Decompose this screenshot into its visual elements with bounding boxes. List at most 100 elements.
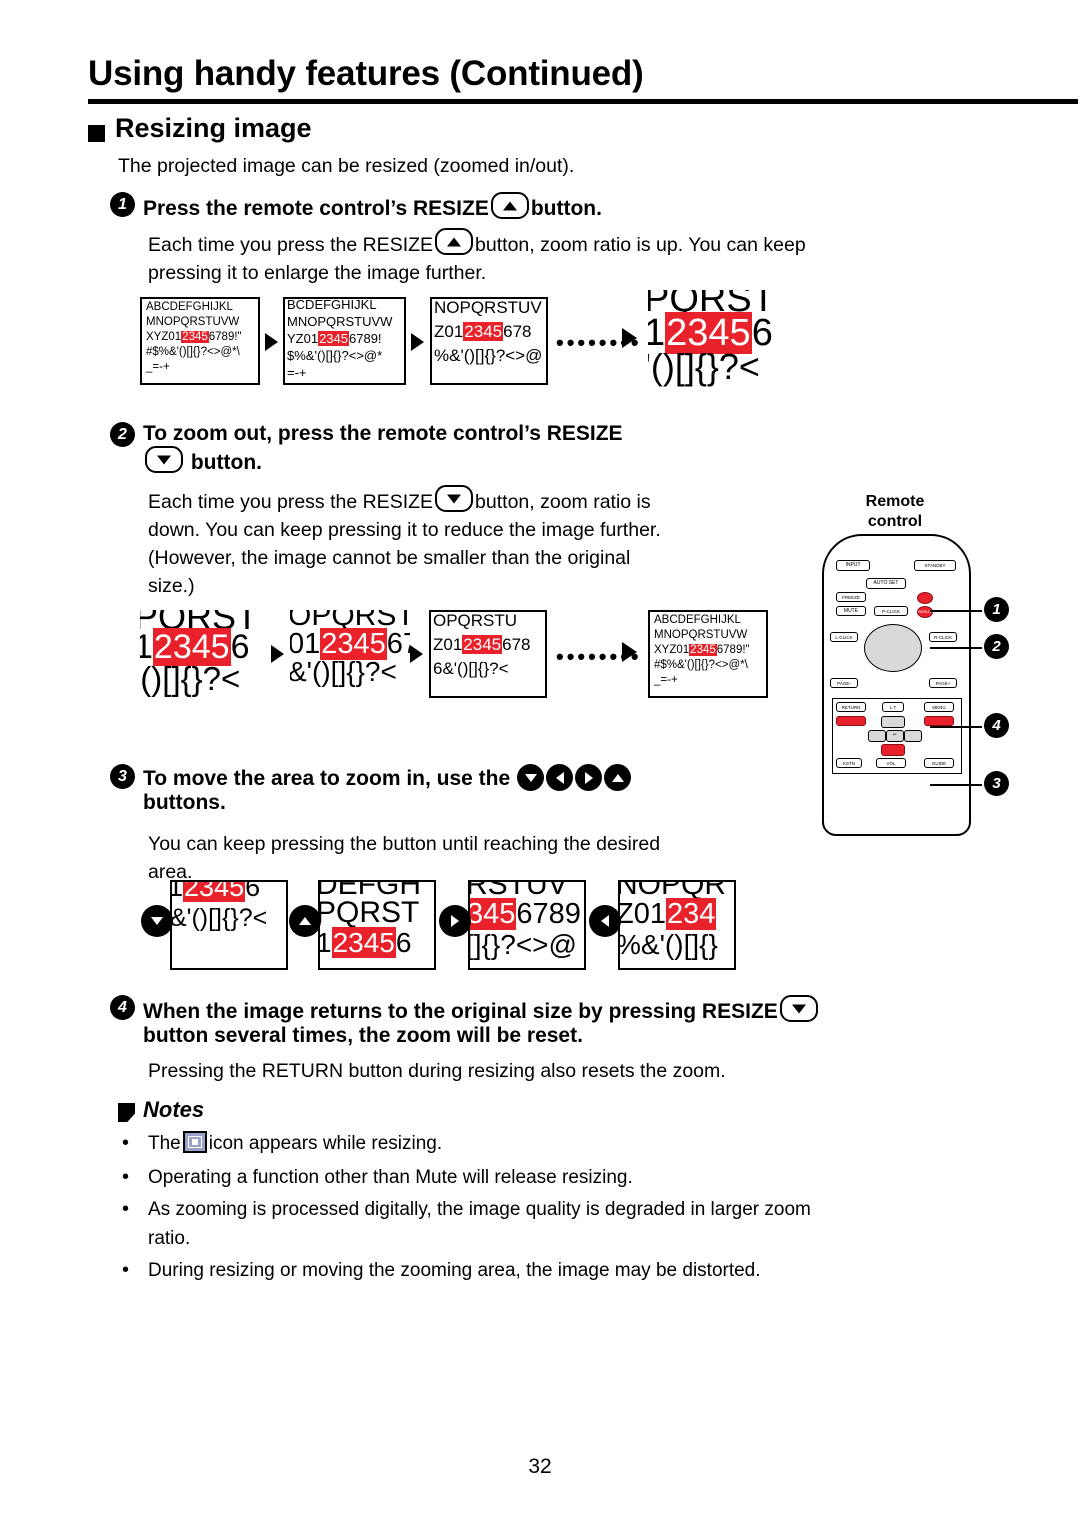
- remote-key-resize-up: [917, 592, 933, 604]
- s3-hl: 2345: [463, 322, 504, 341]
- remote-key-mute: MUTE: [836, 606, 866, 616]
- s1-hl: 2345: [181, 331, 209, 343]
- resize-up-keycap-icon-inline: [435, 228, 474, 255]
- remote-key-auto-set: AUTO SET: [866, 578, 906, 589]
- resize-status-icon: [182, 1131, 207, 1153]
- step-4-body: Pressing the RETURN button during resizi…: [148, 1060, 726, 1082]
- sample-2-line-5: =-+: [287, 365, 307, 380]
- arrow-down-button-icon: [517, 764, 545, 791]
- page-number: 32: [528, 1455, 552, 1478]
- arrow-1: [265, 333, 278, 351]
- remote-key-input: INPUT: [836, 560, 870, 571]
- step-1-number: 1: [110, 192, 135, 217]
- sample-10-line-2: PQRST: [318, 896, 420, 929]
- remote-key-page-down: PAGE-: [830, 678, 858, 688]
- s2-a: YZ01: [287, 331, 319, 346]
- sample-3-line-3: %&'()[]{}?<>@: [434, 346, 543, 365]
- s1-b: 6789!": [208, 331, 242, 343]
- s8-b: 6789!": [716, 644, 750, 656]
- remote-control-illustration: INPUT STANDBY AUTO SET FREEZE MUTE P-CLI…: [822, 534, 971, 836]
- sample-10-line-3: 123456: [320, 927, 411, 959]
- remote-key-guide: GUIDE: [924, 758, 954, 768]
- note-item-4: During resizing or moving the zooming ar…: [148, 1260, 761, 1281]
- pan-right-button-icon: [439, 905, 471, 937]
- sample-image-5: PQRST 123456 '()[]{}?<: [140, 610, 270, 702]
- sample-8-line-2: MNOPQRSTUVW: [654, 629, 748, 641]
- sample-1-line-3: XYZ0123456789!": [146, 331, 242, 343]
- sample-1-line-2: MNOPQRSTUVW: [146, 316, 240, 328]
- s11-hl: 345: [468, 898, 517, 930]
- remote-key-l-click: L-CLICK: [830, 632, 858, 642]
- note-1-post: icon appears while resizing.: [208, 1133, 443, 1154]
- note-item-2: Operating a function other than Mute wil…: [148, 1167, 633, 1188]
- remote-callout-2-leader: [930, 647, 982, 649]
- sample-3-line-1: NOPQRSTUV: [434, 298, 542, 317]
- document-page: Using handy features (Continued) Resizin…: [0, 0, 1080, 1532]
- remote-key-lt: L.T: [882, 702, 904, 712]
- step-1-body-a: Each time you press the RESIZE: [148, 234, 434, 256]
- note-item-1: The icon appears while resizing.: [148, 1129, 948, 1158]
- s3-a: Z01: [434, 322, 464, 341]
- s9-a: 1: [172, 882, 183, 902]
- remote-key-standby: STANDBY: [914, 560, 956, 571]
- sample-5-line-3: '()[]{}?<: [140, 660, 241, 697]
- remote-key-freeze: FREEZE: [836, 592, 866, 602]
- sample-image-1: ABCDEFGHIJKL MNOPQRSTUVW XYZ0123456789!"…: [140, 297, 260, 385]
- sample-image-6: OPQRSTU 01234567 &'()[]{}?<: [290, 610, 410, 702]
- remote-callout-1-leader: [930, 610, 982, 612]
- remote-key-menu: MENU: [924, 702, 954, 712]
- sample-2-line-1: BCDEFGHIJKL: [287, 297, 377, 312]
- step-2-heading-text-b: button.: [190, 451, 262, 474]
- note-1-pre: The: [148, 1133, 181, 1154]
- step-4-heading-text-b: button several times, the zoom will be r…: [143, 1024, 583, 1047]
- step-1-body-line2: pressing it to enlarge the image further…: [148, 262, 487, 284]
- arrow-6: [622, 642, 637, 662]
- step-2-body-line2: down. You can keep pressing it to reduce…: [148, 519, 661, 541]
- step-3-heading-text-b: buttons.: [143, 791, 226, 814]
- step-3-heading: To move the area to zoom in, use the but…: [143, 764, 783, 815]
- section-bullet-icon: [88, 125, 105, 142]
- arrow-3: [622, 328, 637, 348]
- sample-7-line-2: Z012345678: [433, 635, 531, 655]
- s2-b: 6789!: [349, 331, 382, 346]
- arrow-left-button-icon: [546, 764, 574, 791]
- sample-8-line-4: #$%&'()[]{}?<>@*\: [654, 659, 748, 671]
- step-2-heading: To zoom out, press the remote control’s …: [143, 422, 963, 475]
- remote-callout-3-leader: [930, 784, 982, 786]
- s7-hl: 2345: [462, 635, 503, 654]
- sample-image-3: NOPQRSTUV Z012345678 %&'()[]{}?<>@: [430, 297, 548, 385]
- resize-up-keycap-icon: [490, 192, 529, 219]
- resize-down-keycap-icon: [145, 446, 183, 473]
- remote-dpad-enter: ↵: [886, 730, 904, 742]
- remote-key-kstn: KSTN: [836, 758, 862, 768]
- s12-a: Z01: [618, 898, 666, 930]
- sample-1-line-4: #$%&'()[]{}?<>@*\: [146, 346, 240, 358]
- s2-hl: 2345: [318, 331, 349, 346]
- remote-callout-4: 4: [984, 713, 1009, 738]
- resize-down-keycap-icon-inline: [435, 485, 474, 512]
- remote-key-page-up: PAGE+: [929, 678, 957, 688]
- step-3-body-line1: You can keep pressing the button until r…: [148, 833, 661, 855]
- sample-9-line-2: &'()[]{}?<: [170, 904, 268, 932]
- s7-a: Z01: [433, 635, 463, 654]
- s10-a: 1: [320, 927, 332, 958]
- step-2-body-b: button, zoom ratio is: [475, 491, 651, 513]
- step-2-body-a: Each time you press the RESIZE: [148, 491, 434, 513]
- resize-down-keycap-icon-step4: [779, 995, 818, 1022]
- sample-11-line-2: 3456789: [468, 898, 581, 931]
- remote-dpad-left: [868, 730, 886, 742]
- s9-hl: 2345: [183, 882, 246, 902]
- s11-b: 6789: [516, 898, 581, 930]
- step-1-body: Each time you press the RESIZE button, zo…: [148, 228, 978, 287]
- note-3-pre: As zooming is processed digitally, the i…: [148, 1199, 811, 1220]
- s9-b: 6: [245, 880, 261, 902]
- note-dot-1: •: [122, 1132, 130, 1154]
- step-1-heading: Press the remote control’s RESIZE button.: [143, 192, 602, 221]
- step-2-number: 2: [110, 422, 135, 447]
- sample-image-9: 123456 &'()[]{}?<: [170, 880, 288, 970]
- sample-12-line-3: %&'()[]{}: [618, 929, 718, 960]
- remote-callout-4-leader: [930, 726, 982, 728]
- sample-8-line-3: XYZ0123456789!": [654, 644, 750, 656]
- s8-hl: 2345: [689, 644, 717, 656]
- s10-hl: 2345: [331, 927, 396, 958]
